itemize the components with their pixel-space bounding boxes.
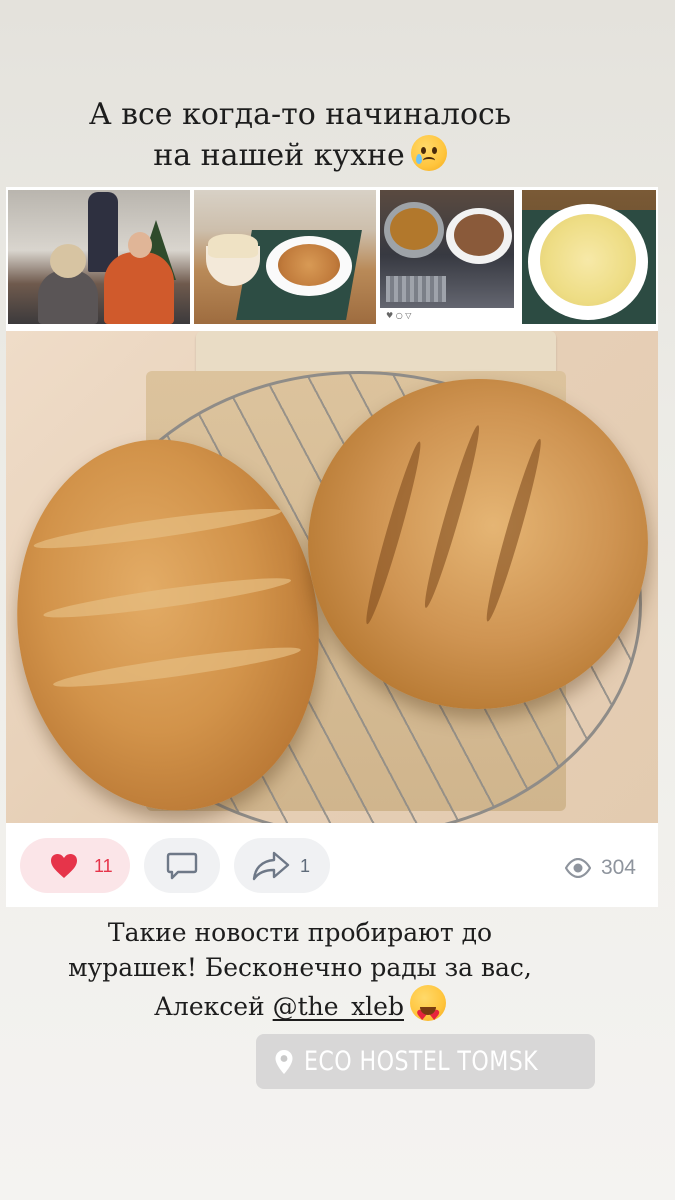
caption-line-3-prefix: Алексей xyxy=(154,992,273,1021)
story-text-line-2: на нашей кухне xyxy=(0,135,600,176)
views-count: 304 xyxy=(600,856,636,879)
location-sticker[interactable]: ECO HOSTEL TOMSK xyxy=(256,1034,595,1089)
eye-icon xyxy=(564,858,591,878)
heart-eyes-emoji-icon xyxy=(409,985,446,1021)
like-count: 11 xyxy=(94,856,113,876)
post-action-bar: 11 1 304 xyxy=(6,823,658,907)
caption-line-1: Такие новости пробирают до xyxy=(107,918,493,947)
comment-button[interactable] xyxy=(144,838,220,893)
views-counter: 304 xyxy=(564,856,636,879)
story-caption: Такие новости пробирают до мурашек! Беск… xyxy=(0,915,600,1024)
thumbnail-strip: ♥ ○ ▽ xyxy=(6,187,658,327)
thumbnail-icons: ♥ ○ ▽ xyxy=(386,311,412,320)
caption-line-3: Алексей @the_xleb xyxy=(0,985,600,1024)
location-pin-icon xyxy=(275,1050,293,1074)
share-arrow-icon xyxy=(252,851,290,881)
comment-icon xyxy=(166,852,198,880)
user-mention-link[interactable]: @the_xleb xyxy=(273,992,404,1021)
pilaf-plate-photo xyxy=(194,190,376,324)
thumbnail-icon-bar: ♥ ○ ▽ xyxy=(380,308,514,324)
share-count: 1 xyxy=(300,856,311,876)
people-at-table-photo xyxy=(8,190,190,324)
caption-line-2: мурашек! Бесконечно рады за вас, xyxy=(68,953,532,982)
bread-loaves-photo xyxy=(6,331,658,823)
share-button[interactable]: 1 xyxy=(234,838,330,893)
crying-face-emoji-icon xyxy=(410,135,447,171)
salad-plate-photo xyxy=(522,190,656,324)
like-button[interactable]: 11 xyxy=(20,838,130,893)
shared-post-card[interactable]: ♥ ○ ▽ 11 1 304 xyxy=(6,187,658,907)
story-text-line-2-text: на нашей кухне xyxy=(153,138,405,173)
story-text-line-1: А все когда-то начиналось xyxy=(88,97,512,132)
heart-icon xyxy=(51,854,77,878)
location-name: ECO HOSTEL TOMSK xyxy=(304,1046,539,1077)
soup-and-pilaf-photo: ♥ ○ ▽ xyxy=(380,190,514,324)
story-text-overlay: А все когда-то начиналось на нашей кухне xyxy=(0,95,600,176)
